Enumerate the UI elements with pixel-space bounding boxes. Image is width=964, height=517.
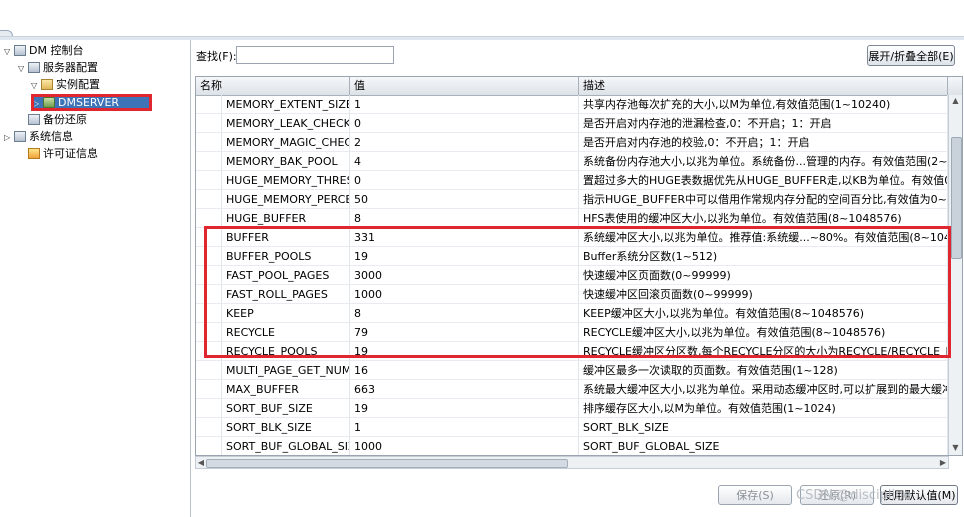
horizontal-scrollbar[interactable]: ◀ ▶	[195, 456, 949, 469]
row-indent	[196, 380, 222, 399]
row-indent	[196, 95, 222, 114]
table-row[interactable]: HUGE_MEMORY_PERCEN 50 指示HUGE_BUFFER中可以借用作常…	[196, 190, 948, 209]
param-value-cell[interactable]: 19	[350, 399, 579, 418]
param-description-cell: 是否开启对内存池的校验,0：不开启；1：开启	[579, 133, 948, 152]
row-indent	[196, 171, 222, 190]
tree-item-label: 许可证信息	[43, 147, 98, 160]
param-name-cell: MULTI_PAGE_GET_NUM	[222, 361, 350, 380]
tree-item-label: 服务器配置	[43, 61, 98, 74]
param-description-cell: 是否开启对内存池的泄漏检查,0：不开启；1：开启	[579, 114, 948, 133]
tree-item-system-info[interactable]: ▷ 系统信息	[4, 128, 73, 145]
row-indent	[196, 399, 222, 418]
expand-collapse-all-button[interactable]: 展开/折叠全部(E)	[867, 45, 955, 66]
search-input[interactable]	[236, 46, 394, 64]
collapse-icon[interactable]: ▽	[31, 77, 41, 94]
param-name-cell: SORT_BUF_SIZE	[222, 399, 350, 418]
row-indent	[196, 361, 222, 380]
param-name-cell: HUGE_MEMORY_THRESH	[222, 171, 350, 190]
column-header-description[interactable]: 描述	[579, 77, 948, 95]
server-config-icon	[28, 62, 40, 73]
param-name-cell: MEMORY_LEAK_CHECK	[222, 114, 350, 133]
scrollbar-thumb[interactable]	[206, 459, 568, 468]
license-icon	[28, 148, 40, 159]
param-value-cell[interactable]: 663	[350, 380, 579, 399]
tree-item-label: 实例配置	[56, 78, 100, 91]
param-value-cell[interactable]: 0	[350, 114, 579, 133]
tree-highlight-box	[31, 94, 152, 111]
param-description-cell: 置超过多大的HUGE表数据优先从HUGE_BUFFER走,以KB为单位。有效值0…	[579, 171, 948, 190]
param-value-cell[interactable]: 1	[350, 418, 579, 437]
param-description-cell: SORT_BLK_SIZE	[579, 418, 948, 437]
table-row[interactable]: MEMORY_MAGIC_CHECK 2 是否开启对内存池的校验,0：不开启；1：开…	[196, 133, 948, 152]
param-description-cell: 系统最大缓冲区大小,以兆为单位。采用动态缓冲区时,可以扩展到的最大缓冲区页数	[579, 380, 948, 399]
row-indent	[196, 152, 222, 171]
window-top-strip	[0, 0, 964, 40]
param-name-cell: MEMORY_MAGIC_CHECK	[222, 133, 350, 152]
param-description-cell: 指示HUGE_BUFFER中可以借用作常规内存分配的空间百分比,有效值为0~10…	[579, 190, 948, 209]
scroll-right-icon[interactable]: ▶	[938, 457, 948, 468]
search-label: 查找(F):	[196, 50, 237, 63]
navigation-tree: ▽ DM 控制台 ▽ 服务器配置 ▽ 实例配置 ▷ DMSERVER 备份还原 ▷ 系统信…	[0, 40, 191, 517]
table-row[interactable]: MEMORY_EXTENT_SIZE 1 共享内存池每次扩充的大小,以M为单位,有效…	[196, 95, 948, 114]
param-description-cell: 共享内存池每次扩充的大小,以M为单位,有效值范围(1~10240)	[579, 95, 948, 114]
tree-item-license-info[interactable]: 许可证信息	[18, 145, 98, 162]
param-name-cell: SORT_BLK_SIZE	[222, 418, 350, 437]
param-name-cell: MEMORY_EXTENT_SIZE	[222, 95, 350, 114]
param-name-cell: HUGE_MEMORY_PERCEN	[222, 190, 350, 209]
param-value-cell[interactable]: 4	[350, 152, 579, 171]
scroll-down-icon[interactable]: ▼	[951, 443, 960, 453]
tree-item-label: 系统信息	[29, 130, 73, 143]
param-value-cell[interactable]: 16	[350, 361, 579, 380]
tree-item-label: DM 控制台	[29, 44, 84, 57]
param-name-cell: MAX_BUFFER	[222, 380, 350, 399]
table-row[interactable]: MEMORY_BAK_POOL 4 系统备份内存池大小,以兆为单位。系统备份...管…	[196, 152, 948, 171]
tree-item-instance-config[interactable]: ▽ 实例配置	[31, 76, 100, 93]
table-row[interactable]: SORT_BUF_SIZE 19 排序缓存区大小,以M为单位。有效值范围(1~102…	[196, 399, 948, 418]
table-row[interactable]: MAX_BUFFER 663 系统最大缓冲区大小,以兆为单位。采用动态缓冲区时,可以…	[196, 380, 948, 399]
tree-item-server-config[interactable]: ▽ 服务器配置	[18, 59, 98, 76]
param-description-cell: 系统备份内存池大小,以兆为单位。系统备份...管理的内存。有效值范围(2~100…	[579, 152, 948, 171]
table-row[interactable]: HUGE_MEMORY_THRESH 0 置超过多大的HUGE表数据优先从HUGE_…	[196, 171, 948, 190]
row-indent	[196, 418, 222, 437]
system-info-icon	[14, 131, 26, 142]
table-highlight-box	[204, 226, 951, 358]
expand-icon[interactable]: ▷	[4, 129, 14, 146]
param-value-cell[interactable]: 1	[350, 95, 579, 114]
collapse-icon[interactable]: ▽	[4, 43, 14, 60]
console-icon	[14, 45, 26, 56]
scrollbar-thumb[interactable]	[951, 137, 962, 259]
table-row[interactable]: SORT_BLK_SIZE 1 SORT_BLK_SIZE	[196, 418, 948, 437]
param-value-cell[interactable]: 1000	[350, 437, 579, 455]
param-description-cell: SORT_BUF_GLOBAL_SIZE	[579, 437, 948, 455]
param-name-cell: MEMORY_BAK_POOL	[222, 152, 350, 171]
watermark-text: CSDN @discipline	[796, 488, 912, 503]
table-row[interactable]: MEMORY_LEAK_CHECK 0 是否开启对内存池的泄漏检查,0：不开启；1：…	[196, 114, 948, 133]
backup-icon	[28, 114, 40, 125]
scroll-up-icon[interactable]: ▲	[951, 96, 960, 106]
tree-item-label: 备份还原	[43, 113, 87, 126]
param-value-cell[interactable]: 50	[350, 190, 579, 209]
column-header-name[interactable]: 名称	[196, 77, 350, 95]
table-row[interactable]: MULTI_PAGE_GET_NUM 16 缓冲区最多一次读取的页面数。有效值范围(…	[196, 361, 948, 380]
param-description-cell: 排序缓存区大小,以M为单位。有效值范围(1~1024)	[579, 399, 948, 418]
row-indent	[196, 114, 222, 133]
tree-item-backup-restore[interactable]: 备份还原	[18, 111, 87, 128]
save-button[interactable]: 保存(S)	[718, 485, 792, 505]
table-row[interactable]: SORT_BUF_GLOBAL_SIZ.. 1000 SORT_BUF_GLOBAL…	[196, 437, 948, 455]
scroll-left-icon[interactable]: ◀	[196, 457, 206, 468]
param-description-cell: 缓冲区最多一次读取的页面数。有效值范围(1~128)	[579, 361, 948, 380]
param-name-cell: SORT_BUF_GLOBAL_SIZ..	[222, 437, 350, 455]
folder-icon	[41, 79, 53, 90]
tree-item-dm-console[interactable]: ▽ DM 控制台	[4, 42, 83, 59]
param-value-cell[interactable]: 2	[350, 133, 579, 152]
collapse-icon[interactable]: ▽	[18, 60, 28, 77]
row-indent	[196, 190, 222, 209]
column-header-value[interactable]: 值	[350, 77, 579, 95]
param-value-cell[interactable]: 0	[350, 171, 579, 190]
table-header: 名称 值 描述	[196, 77, 962, 96]
row-indent	[196, 133, 222, 152]
row-indent	[196, 437, 222, 455]
